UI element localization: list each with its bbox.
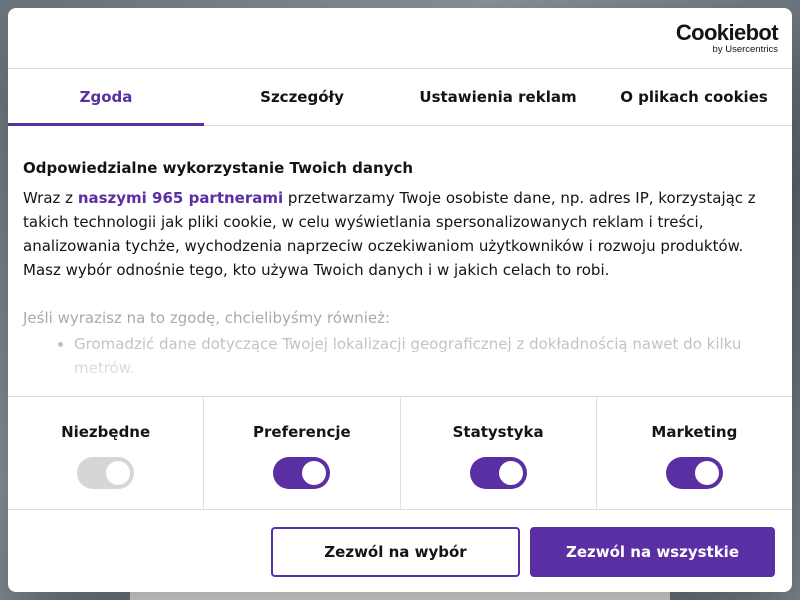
toggle-preferences-label: Preferencje xyxy=(253,423,351,441)
logo-wordmark: Cookiebot xyxy=(675,20,779,45)
dialog-header: Cookiebot by Usercentrics xyxy=(8,8,792,69)
toggle-necessary-label: Niezbędne xyxy=(61,423,151,441)
dialog-footer: Zezwól na wybór Zezwól na wszystkie xyxy=(8,510,792,592)
toggle-necessary: Niezbędne xyxy=(8,397,205,509)
toggle-necessary-switch xyxy=(77,457,135,489)
tab-ad-settings[interactable]: Ustawienia reklam xyxy=(400,69,596,125)
cookie-consent-dialog: Cookiebot by Usercentrics Zgoda Szczegół… xyxy=(8,8,792,592)
tab-details[interactable]: Szczegóły xyxy=(204,69,400,125)
switch-knob xyxy=(106,461,131,485)
content-subtext: Jeśli wyrazisz na to zgodę, chcielibyśmy… xyxy=(23,309,391,327)
partners-link[interactable]: naszymi 965 partnerami xyxy=(78,189,283,207)
switch-knob xyxy=(498,461,523,485)
toggle-preferences: Preferencje xyxy=(204,397,401,509)
toggle-preferences-switch[interactable] xyxy=(273,457,331,489)
switch-knob xyxy=(694,461,719,485)
list-item: Gromadzić dane dotyczące Twojej lokaliza… xyxy=(74,332,777,380)
toggle-marketing-switch[interactable] xyxy=(665,457,723,489)
toggle-statistics: Statystyka xyxy=(401,397,597,509)
switch-knob xyxy=(302,461,327,485)
intro-prefix: Wraz z xyxy=(23,189,78,207)
allow-all-button[interactable]: Zezwól na wszystkie xyxy=(530,527,775,577)
consent-bullets: Gromadzić dane dotyczące Twojej lokaliza… xyxy=(23,332,777,380)
tab-consent[interactable]: Zgoda xyxy=(8,69,204,126)
content-heading: Odpowiedzialne wykorzystanie Twoich dany… xyxy=(23,159,414,177)
logo-byline: by Usercentrics xyxy=(712,44,778,55)
toggle-statistics-label: Statystyka xyxy=(452,423,544,441)
tab-about-cookies[interactable]: O plikach cookies xyxy=(596,69,792,125)
cookiebot-logo[interactable]: Cookiebot by Usercentrics xyxy=(675,20,779,56)
toggle-marketing: Marketing xyxy=(597,397,792,509)
toggle-marketing-label: Marketing xyxy=(651,423,738,441)
content-intro: Wraz z naszymi 965 partnerami przetwarza… xyxy=(23,186,777,282)
consent-toggles: Niezbędne Preferencje Statystyka Marketi… xyxy=(8,396,792,510)
consent-content[interactable]: Odpowiedzialne wykorzystanie Twoich dany… xyxy=(8,126,792,396)
toggle-statistics-switch[interactable] xyxy=(469,457,527,489)
allow-selection-button[interactable]: Zezwól na wybór xyxy=(271,527,520,577)
consent-tabs: Zgoda Szczegóły Ustawienia reklam O plik… xyxy=(8,69,792,126)
